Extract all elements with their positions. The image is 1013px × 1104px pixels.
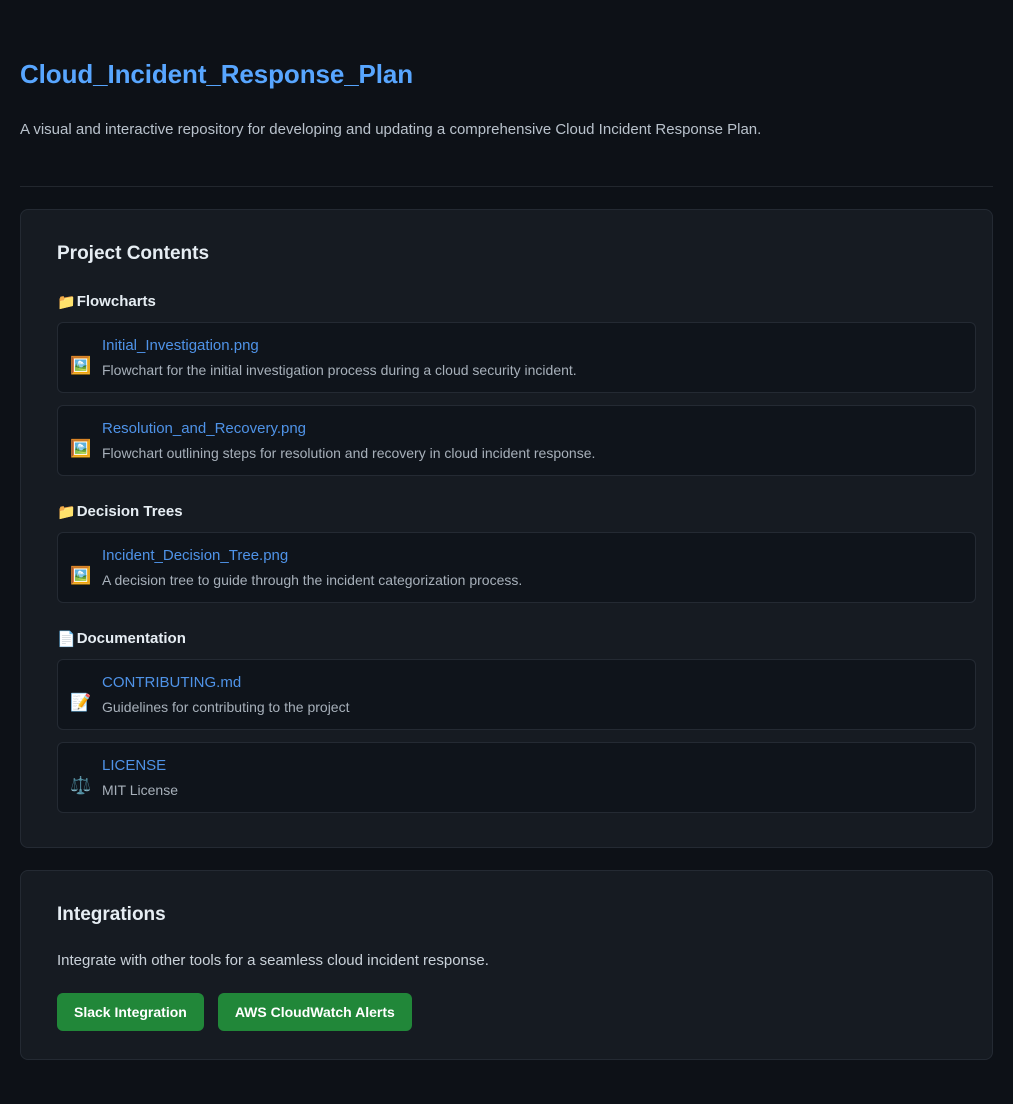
folder-icon: 📁 bbox=[57, 293, 76, 311]
file-link[interactable]: LICENSE bbox=[102, 755, 961, 777]
integrations-button-row: Slack Integration AWS CloudWatch Alerts bbox=[57, 993, 976, 1031]
integrations-description: Integrate with other tools for a seamles… bbox=[57, 952, 489, 969]
document-icon: 📄 bbox=[57, 630, 76, 648]
file-description: A decision tree to guide through the inc… bbox=[102, 572, 523, 588]
group-heading: 📄 Documentation bbox=[57, 629, 976, 649]
file-body: Initial_Investigation.png Flowchart for … bbox=[92, 333, 961, 380]
group-label: Decision Trees bbox=[76, 503, 183, 520]
page-subtitle: A visual and interactive repository for … bbox=[20, 121, 762, 138]
file-card[interactable]: 🖼️ Initial_Investigation.png Flowchart f… bbox=[57, 322, 976, 393]
file-description: MIT License bbox=[102, 782, 178, 798]
page-root: Cloud_Incident_Response_Plan A visual an… bbox=[0, 0, 1013, 1104]
file-body: Incident_Decision_Tree.png A decision tr… bbox=[92, 543, 961, 590]
aws-cloudwatch-alerts-button[interactable]: AWS CloudWatch Alerts bbox=[217, 993, 412, 1031]
content-group-flowcharts: 📁 Flowcharts 🖼️ Initial_Investigation.pn… bbox=[57, 292, 976, 476]
project-contents-title: Project Contents bbox=[57, 243, 210, 264]
file-card[interactable]: 📝 CONTRIBUTING.md Guidelines for contrib… bbox=[57, 659, 976, 730]
header-divider bbox=[20, 186, 993, 187]
file-description: Flowchart outlining steps for resolution… bbox=[102, 445, 596, 461]
group-heading: 📁 Flowcharts bbox=[57, 292, 976, 312]
page-title: Cloud_Incident_Response_Plan bbox=[20, 59, 414, 89]
integrations-title: Integrations bbox=[57, 904, 166, 925]
file-link[interactable]: CONTRIBUTING.md bbox=[102, 672, 961, 694]
picture-icon: 🖼️ bbox=[70, 566, 92, 585]
file-card[interactable]: 🖼️ Incident_Decision_Tree.png A decision… bbox=[57, 532, 976, 603]
integrations-panel: Integrations Integrate with other tools … bbox=[20, 870, 993, 1060]
file-body: CONTRIBUTING.md Guidelines for contribut… bbox=[92, 670, 961, 717]
file-card[interactable]: 🖼️ Resolution_and_Recovery.png Flowchart… bbox=[57, 405, 976, 476]
content-group-documentation: 📄 Documentation 📝 CONTRIBUTING.md Guidel… bbox=[57, 629, 976, 813]
picture-icon: 🖼️ bbox=[70, 356, 92, 375]
group-label: Documentation bbox=[76, 630, 186, 647]
slack-integration-button[interactable]: Slack Integration bbox=[57, 993, 204, 1031]
project-contents-panel: Project Contents 📁 Flowcharts 🖼️ Initial… bbox=[20, 209, 993, 848]
balance-scale-icon: ⚖️ bbox=[70, 776, 92, 795]
folder-icon: 📁 bbox=[57, 503, 76, 521]
file-link[interactable]: Incident_Decision_Tree.png bbox=[102, 545, 961, 567]
file-link[interactable]: Resolution_and_Recovery.png bbox=[102, 418, 961, 440]
page-header: Cloud_Incident_Response_Plan A visual an… bbox=[20, 0, 993, 187]
file-body: LICENSE MIT License bbox=[92, 753, 961, 800]
file-link[interactable]: Initial_Investigation.png bbox=[102, 335, 961, 357]
group-heading: 📁 Decision Trees bbox=[57, 502, 976, 522]
group-label: Flowcharts bbox=[76, 293, 156, 310]
memo-icon: 📝 bbox=[70, 693, 92, 712]
file-description: Guidelines for contributing to the proje… bbox=[102, 699, 350, 715]
file-body: Resolution_and_Recovery.png Flowchart ou… bbox=[92, 416, 961, 463]
content-group-decision-trees: 📁 Decision Trees 🖼️ Incident_Decision_Tr… bbox=[57, 502, 976, 603]
file-card[interactable]: ⚖️ LICENSE MIT License bbox=[57, 742, 976, 813]
file-description: Flowchart for the initial investigation … bbox=[102, 362, 577, 378]
picture-icon: 🖼️ bbox=[70, 439, 92, 458]
